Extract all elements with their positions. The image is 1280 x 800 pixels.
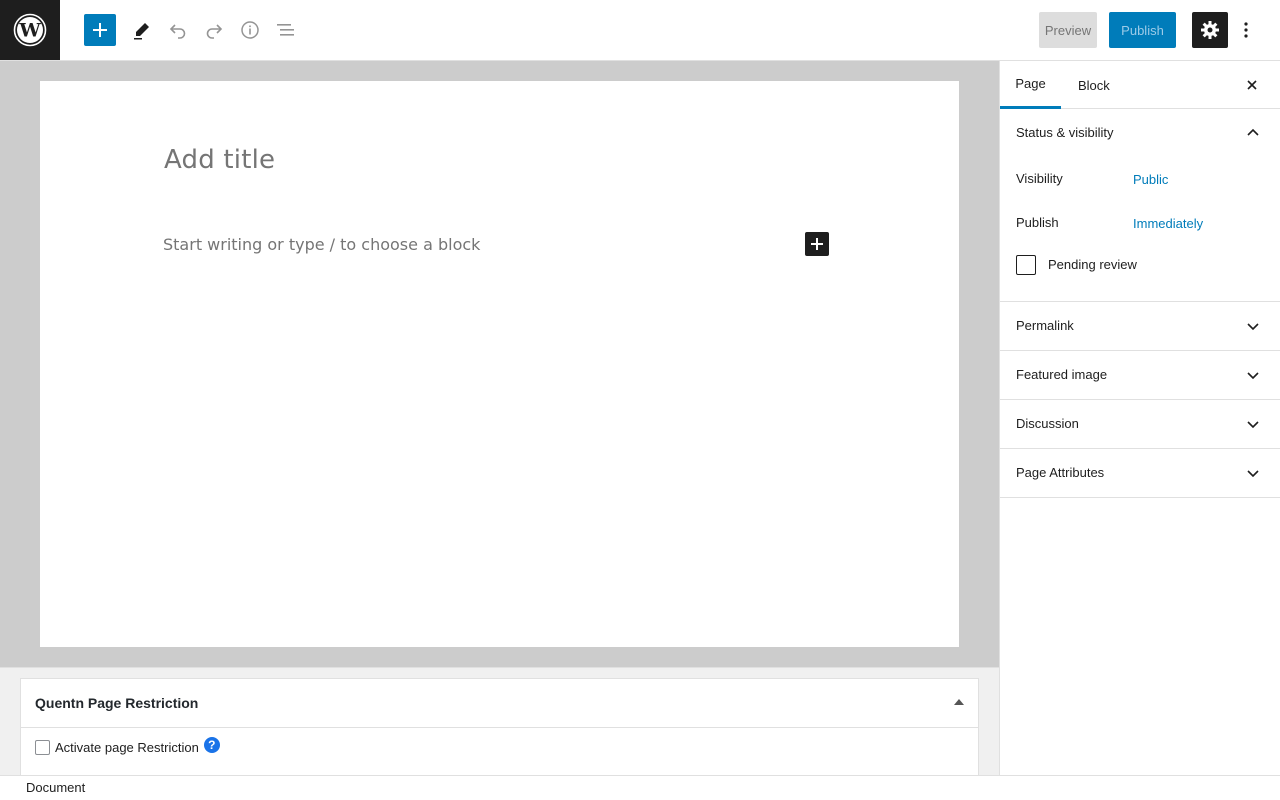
panel-title: Discussion (1016, 416, 1079, 431)
redo-button[interactable] (198, 14, 230, 46)
tab-block[interactable]: Block (1078, 61, 1110, 109)
add-block-button[interactable] (84, 14, 116, 46)
panel-title: Status & visibility (1016, 125, 1114, 140)
panel-header[interactable]: Discussion (1000, 400, 1280, 448)
metabox-header[interactable]: Quentn Page Restriction (21, 679, 978, 728)
panel-page-attributes: Page Attributes (1000, 449, 1280, 498)
close-sidebar-button[interactable] (1244, 77, 1260, 93)
panel-title: Page Attributes (1016, 465, 1105, 480)
settings-sidebar: Page Block Status & visibility Visibilit… (999, 61, 1280, 775)
metabox-area: Quentn Page Restriction Activate page Re… (0, 667, 999, 776)
pencil-icon (134, 23, 149, 40)
footer-breadcrumb-bar: Document (0, 775, 1280, 800)
panel-featured-image: Featured image (1000, 351, 1280, 400)
svg-text:W: W (18, 20, 41, 42)
visibility-toggle[interactable]: Public (1133, 172, 1168, 187)
tab-page[interactable]: Page (1000, 61, 1061, 109)
help-icon[interactable]: ? (203, 737, 220, 753)
list-view-button[interactable] (270, 14, 302, 46)
panel-title: Permalink (1016, 318, 1074, 333)
gear-icon (1201, 21, 1219, 39)
settings-button[interactable] (1192, 12, 1228, 48)
more-options-button[interactable] (1232, 12, 1260, 48)
post-title-input[interactable]: Add title (164, 145, 275, 175)
chevron-down-icon (1247, 372, 1259, 380)
undo-icon (169, 24, 186, 39)
pending-review-label: Pending review (1048, 257, 1137, 272)
status-panel-body: Visibility Public Publish Immediately Pe… (1000, 157, 1280, 301)
panel-title: Featured image (1016, 367, 1108, 382)
block-placeholder[interactable]: Start writing or type / to choose a bloc… (163, 235, 480, 254)
quentn-metabox: Quentn Page Restriction Activate page Re… (20, 678, 979, 776)
restriction-row: Activate page Restriction ? (35, 737, 220, 755)
publish-date-toggle[interactable]: Immediately (1133, 216, 1203, 231)
plus-icon (93, 23, 107, 37)
pending-review-checkbox[interactable] (1016, 255, 1036, 275)
panel-header[interactable]: Permalink (1000, 302, 1280, 350)
chevron-down-icon (1247, 323, 1259, 331)
panel-discussion: Discussion (1000, 400, 1280, 449)
breadcrumb-document[interactable]: Document (26, 780, 85, 795)
activate-restriction-checkbox[interactable] (35, 739, 50, 755)
top-toolbar: W Preview Publish (0, 0, 1280, 61)
visibility-label: Visibility (1016, 171, 1063, 186)
tools-button[interactable] (126, 14, 158, 46)
chevron-down-icon (1247, 470, 1259, 478)
undo-button[interactable] (162, 14, 194, 46)
activate-restriction-label: Activate page Restriction (55, 739, 199, 755)
info-icon (241, 21, 259, 39)
panel-header[interactable]: Page Attributes (1000, 449, 1280, 497)
vertical-ellipsis-icon (1244, 22, 1248, 38)
sidebar-tabs: Page Block (1000, 61, 1280, 109)
close-icon (1247, 80, 1257, 90)
preview-button[interactable]: Preview (1039, 12, 1097, 48)
wordpress-logo-icon[interactable]: W (0, 0, 60, 60)
chevron-up-icon (1247, 128, 1259, 136)
panel-header[interactable]: Featured image (1000, 351, 1280, 399)
panel-header[interactable]: Status & visibility (1000, 109, 1280, 157)
metabox-title: Quentn Page Restriction (35, 695, 199, 711)
panel-status-visibility: Status & visibility Visibility Public Pu… (1000, 109, 1280, 302)
editor-area: Add title Start writing or type / to cho… (0, 61, 999, 667)
chevron-down-icon (1247, 421, 1259, 429)
details-button[interactable] (234, 14, 266, 46)
collapse-arrow-icon[interactable] (954, 699, 964, 705)
list-view-icon (277, 24, 294, 36)
redo-icon (206, 24, 223, 39)
publish-button[interactable]: Publish (1109, 12, 1176, 48)
plus-icon (811, 238, 823, 250)
inline-add-block-button[interactable] (805, 232, 829, 256)
publish-label: Publish (1016, 215, 1059, 230)
editor-canvas: Add title Start writing or type / to cho… (40, 81, 959, 647)
panel-permalink: Permalink (1000, 302, 1280, 351)
